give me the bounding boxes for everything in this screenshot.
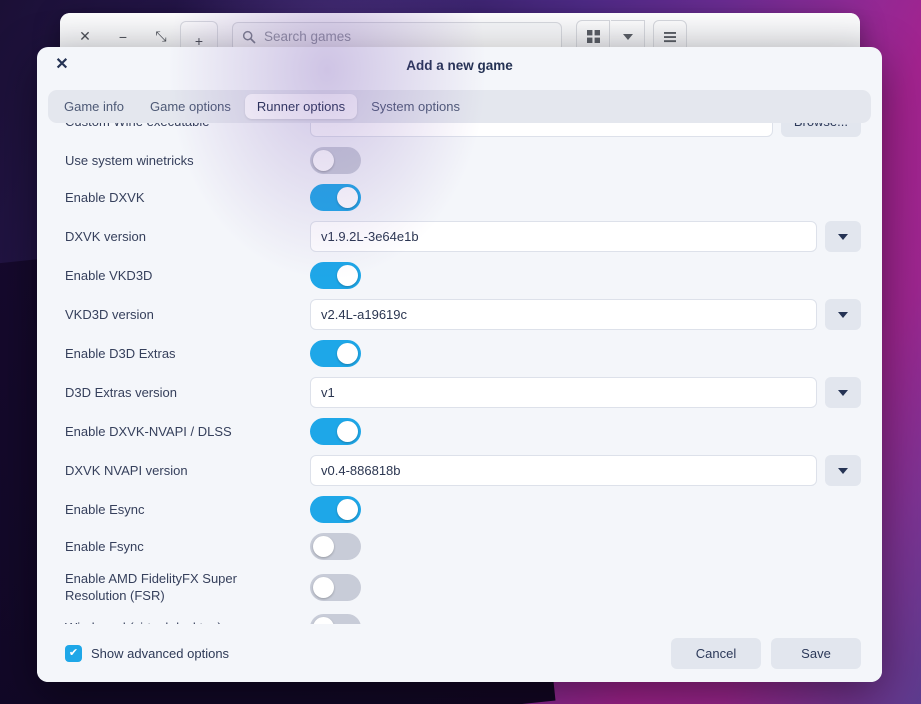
row-dxvk-nvapi-version: DXVK NVAPI version v0.4-886818b (65, 450, 861, 491)
chevron-down-icon (838, 312, 848, 318)
toggle-enable-dxvk-nvapi-dlss[interactable] (310, 418, 361, 445)
save-button[interactable]: Save (771, 638, 861, 669)
toggle-enable-amd-fsr[interactable] (310, 574, 361, 601)
row-control (310, 614, 861, 624)
row-control (310, 340, 861, 367)
dxvk-nvapi-version-input[interactable]: v0.4-886818b (310, 455, 817, 486)
row-custom-wine-executable: Custom Wine executable Browse... (65, 123, 861, 142)
row-control (310, 533, 861, 560)
dxvk-nvapi-version-dropdown-button[interactable] (825, 455, 861, 486)
row-enable-vkd3d: Enable VKD3D (65, 257, 861, 294)
chevron-down-icon (623, 34, 633, 40)
tab-bar: Game info Game options Runner options Sy… (48, 90, 871, 123)
toggle-knob (313, 536, 334, 557)
options-scroll-area[interactable]: Custom Wine executable Browse... Use sys… (37, 123, 882, 624)
row-label: Enable VKD3D (65, 267, 310, 284)
row-windowed-virtual-desktop: Windowed (virtual desktop) (65, 609, 861, 624)
toggle-windowed-virtual-desktop[interactable] (310, 614, 361, 624)
row-control (310, 184, 861, 211)
toggle-use-system-winetricks[interactable] (310, 147, 361, 174)
row-enable-amd-fsr: Enable AMD FidelityFX Super Resolution (… (65, 565, 861, 609)
row-label: Enable AMD FidelityFX Super Resolution (… (65, 570, 310, 604)
toggle-enable-fsync[interactable] (310, 533, 361, 560)
toggle-knob (313, 150, 334, 171)
grid-icon (587, 30, 600, 43)
search-placeholder: Search games (264, 29, 351, 44)
d3d-extras-version-dropdown-button[interactable] (825, 377, 861, 408)
cancel-button[interactable]: Cancel (671, 638, 761, 669)
row-enable-esync: Enable Esync (65, 491, 861, 528)
custom-wine-executable-input[interactable] (310, 123, 773, 137)
chevron-down-icon (838, 390, 848, 396)
row-vkd3d-version: VKD3D version v2.4L-a19619c (65, 294, 861, 335)
d3d-extras-version-input[interactable]: v1 (310, 377, 817, 408)
tab-system-options[interactable]: System options (359, 94, 472, 119)
toggle-enable-dxvk[interactable] (310, 184, 361, 211)
row-control: v1.9.2L-3e64e1b (310, 221, 861, 252)
row-control (310, 496, 861, 523)
row-enable-fsync: Enable Fsync (65, 528, 861, 565)
row-control: v0.4-886818b (310, 455, 861, 486)
tab-game-info[interactable]: Game info (52, 94, 136, 119)
row-label: VKD3D version (65, 306, 310, 323)
row-label: Enable DXVK-NVAPI / DLSS (65, 423, 310, 440)
toggle-knob (313, 577, 334, 598)
row-label: Enable Fsync (65, 538, 310, 555)
toggle-knob (337, 265, 358, 286)
vkd3d-version-dropdown-button[interactable] (825, 299, 861, 330)
dxvk-version-dropdown-button[interactable] (825, 221, 861, 252)
chevron-down-icon (838, 468, 848, 474)
dialog-title: Add a new game (37, 58, 882, 73)
row-control: Browse... (310, 123, 861, 137)
row-control (310, 262, 861, 289)
row-enable-dxvk: Enable DXVK (65, 179, 861, 216)
row-control (310, 574, 861, 601)
vkd3d-version-input[interactable]: v2.4L-a19619c (310, 299, 817, 330)
toggle-enable-esync[interactable] (310, 496, 361, 523)
toggle-enable-d3d-extras[interactable] (310, 340, 361, 367)
toggle-knob (337, 499, 358, 520)
show-advanced-options-label: Show advanced options (91, 646, 229, 661)
row-label: Enable Esync (65, 501, 310, 518)
checkbox-check-icon: ✔ (65, 645, 82, 662)
dialog-header: ✕ Add a new game (37, 47, 882, 84)
dialog-footer: ✔ Show advanced options Cancel Save (37, 624, 882, 682)
row-label: Enable DXVK (65, 189, 310, 206)
row-control (310, 418, 861, 445)
row-enable-d3d-extras: Enable D3D Extras (65, 335, 861, 372)
row-control: v2.4L-a19619c (310, 299, 861, 330)
row-control: v1 (310, 377, 861, 408)
row-label: Enable D3D Extras (65, 345, 310, 362)
browse-button[interactable]: Browse... (781, 123, 861, 137)
row-use-system-winetricks: Use system winetricks (65, 142, 861, 179)
row-label: DXVK version (65, 228, 310, 245)
row-enable-dxvk-nvapi-dlss: Enable DXVK-NVAPI / DLSS (65, 413, 861, 450)
toggle-knob (337, 187, 358, 208)
dxvk-version-input[interactable]: v1.9.2L-3e64e1b (310, 221, 817, 252)
tab-runner-options[interactable]: Runner options (245, 94, 357, 119)
add-game-button[interactable]: + (180, 21, 218, 61)
options-list: Custom Wine executable Browse... Use sys… (37, 123, 882, 624)
desktop-background: ✕ − ⤡ + Search games (0, 0, 921, 704)
row-control (310, 147, 861, 174)
add-new-game-dialog: ✕ Add a new game Game info Game options … (37, 47, 882, 682)
toggle-knob (313, 617, 334, 624)
toggle-knob (337, 421, 358, 442)
tab-game-options[interactable]: Game options (138, 94, 243, 119)
row-label: D3D Extras version (65, 384, 310, 401)
toggle-enable-vkd3d[interactable] (310, 262, 361, 289)
row-label: DXVK NVAPI version (65, 462, 310, 479)
row-d3d-extras-version: D3D Extras version v1 (65, 372, 861, 413)
row-dxvk-version: DXVK version v1.9.2L-3e64e1b (65, 216, 861, 257)
show-advanced-options-checkbox[interactable]: ✔ Show advanced options (65, 645, 229, 662)
search-icon (242, 30, 256, 44)
hamburger-menu-icon (663, 31, 677, 43)
row-label: Use system winetricks (65, 152, 310, 169)
row-label: Custom Wine executable (65, 123, 310, 130)
toggle-knob (337, 343, 358, 364)
chevron-down-icon (838, 234, 848, 240)
row-label: Windowed (virtual desktop) (65, 619, 310, 624)
dialog-close-button[interactable]: ✕ (48, 50, 76, 78)
tab-bar-container: Game info Game options Runner options Sy… (37, 84, 882, 123)
